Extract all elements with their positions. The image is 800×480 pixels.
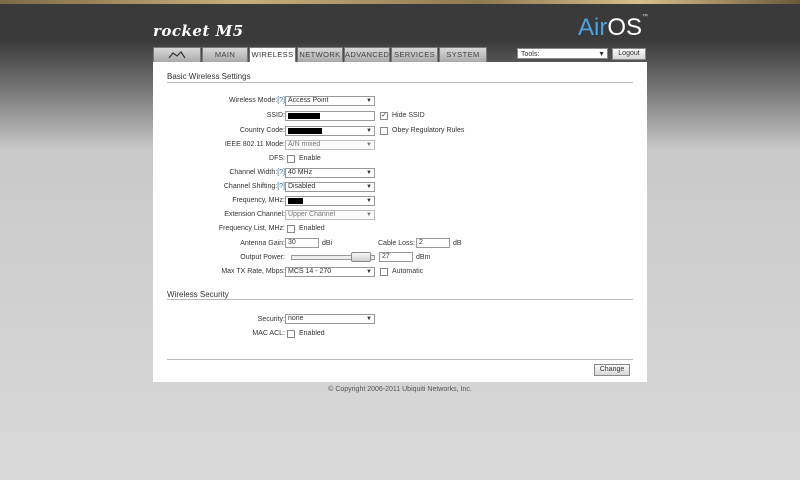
chevron-down-icon: ▼ (366, 212, 372, 218)
channel-width-help-link[interactable]: [?] (277, 169, 285, 176)
ssid-label: SSID: (266, 112, 285, 119)
chevron-down-icon: ▼ (366, 184, 372, 190)
dfs-enable-checkbox[interactable] (287, 155, 295, 163)
tab-wireless[interactable]: WIRELESS (249, 47, 296, 63)
channel-shifting-label: Channel Shifting:[?] (224, 183, 285, 190)
output-power-label: Output Power: (240, 254, 285, 261)
channel-width-label-text: Channel Width: (229, 169, 278, 176)
tools-select[interactable]: Tools: ▼ (517, 48, 608, 59)
output-power-unit: dBm (416, 254, 431, 261)
automatic-rate-checkbox[interactable] (380, 268, 388, 276)
cable-loss-label: Cable Loss: (378, 240, 415, 247)
max-tx-rate-label: Max TX Rate, Mbps: (221, 268, 285, 275)
max-tx-rate-select[interactable]: MCS 14 - 270 ▼ (285, 267, 375, 277)
logout-button[interactable]: Logout (612, 48, 646, 60)
mac-acl-label: MAC ACL: (252, 330, 285, 337)
wireless-mode-value: Access Point (288, 97, 329, 104)
ieee-mode-value: A/N mixed (288, 141, 321, 148)
max-tx-rate-value: MCS 14 - 270 (288, 268, 332, 275)
tools-select-value: Tools: (521, 51, 540, 58)
tab-ubnt-logo[interactable] (153, 47, 201, 62)
divider (167, 82, 633, 83)
obey-regulatory-label: Obey Regulatory Rules (392, 127, 465, 134)
country-code-select[interactable]: ▼ (285, 126, 375, 136)
tab-network[interactable]: NETWORK (297, 47, 343, 62)
extension-channel-value: Upper Channel (288, 211, 336, 218)
output-power-slider-handle[interactable] (350, 252, 371, 262)
change-button[interactable]: Change (594, 364, 630, 376)
wireless-mode-label-text: Wireless Mode: (228, 97, 278, 104)
channel-width-select[interactable]: 40 MHz ▼ (285, 168, 375, 178)
antenna-gain-input[interactable]: 30 (285, 238, 319, 248)
chevron-down-icon: ▼ (366, 98, 372, 104)
chevron-down-icon: ▼ (366, 142, 372, 148)
channel-shifting-label-text: Channel Shifting: (223, 183, 278, 190)
output-power-input[interactable]: 27 (379, 252, 413, 262)
mac-acl-enabled-label: Enabled (299, 330, 325, 337)
divider (167, 359, 633, 360)
frequency-list-checkbox[interactable] (287, 225, 295, 233)
dfs-label: DFS: (269, 155, 285, 162)
chevron-down-icon: ▼ (366, 198, 372, 204)
extension-channel-select[interactable]: Upper Channel ▼ (285, 210, 375, 220)
mac-acl-checkbox[interactable] (287, 330, 295, 338)
airos-logo-air: Air (578, 14, 608, 41)
chevron-down-icon: ▼ (366, 128, 372, 134)
airos-logo: AirOS™ (578, 14, 648, 42)
main-tabs: MAIN WIRELESS NETWORK ADVANCED SERVICES … (153, 47, 487, 63)
cable-loss-unit: dB (453, 240, 462, 247)
redacted-country-code (288, 128, 322, 134)
chevron-down-icon: ▼ (366, 269, 372, 275)
country-code-label: Country Code: (239, 127, 285, 134)
wireless-mode-select[interactable]: Access Point ▼ (285, 96, 375, 106)
channel-shifting-select[interactable]: Disabled ▼ (285, 182, 375, 192)
chevron-down-icon: ▼ (366, 170, 372, 176)
antenna-gain-label: Antenna Gain: (240, 240, 285, 247)
wireless-security-title: Wireless Security (167, 290, 229, 299)
chevron-down-icon: ▼ (598, 51, 605, 58)
security-value: none (288, 315, 304, 322)
top-decorative-strip (0, 0, 800, 4)
ieee-mode-label: IEEE 802.11 Mode: (224, 141, 285, 148)
wireless-mode-label: Wireless Mode:[?] (229, 97, 285, 104)
cable-loss-input[interactable]: 2 (416, 238, 450, 248)
automatic-rate-label: Automatic (392, 268, 424, 275)
ubiquiti-logo-icon (168, 51, 186, 59)
copyright-text: © Copyright 2006-2011 Ubiquiti Networks,… (328, 386, 472, 393)
tab-main[interactable]: MAIN (202, 47, 248, 62)
security-label: Security: (257, 316, 285, 323)
ssid-input[interactable] (285, 111, 375, 121)
tab-advanced[interactable]: ADVANCED (344, 47, 390, 62)
frequency-label: Frequency, MHz: (232, 197, 285, 204)
security-select[interactable]: none ▼ (285, 314, 375, 324)
frequency-select[interactable]: ▼ (285, 196, 375, 206)
tab-services[interactable]: SERVICES (391, 47, 438, 62)
frequency-list-label: Frequency List, MHz: (218, 225, 285, 232)
obey-regulatory-checkbox[interactable] (380, 127, 388, 135)
divider (167, 299, 633, 300)
dfs-enable-label: Enable (299, 155, 321, 162)
redacted-ssid (288, 113, 320, 119)
antenna-gain-unit: dBi (322, 240, 333, 247)
channel-width-label: Channel Width:[?] (229, 169, 285, 176)
extension-channel-label: Extension Channel: (224, 211, 285, 218)
basic-wireless-settings-title: Basic Wireless Settings (167, 72, 251, 81)
rocket-m5-logo: rocket M5 (153, 22, 244, 40)
hide-ssid-label: Hide SSID (392, 112, 425, 119)
chevron-down-icon: ▼ (366, 316, 372, 322)
hide-ssid-checkbox[interactable]: ✓ (380, 112, 388, 120)
redacted-frequency (288, 198, 303, 204)
wireless-settings-panel: Basic Wireless Settings Wireless Mode:[?… (153, 62, 647, 382)
channel-width-value: 40 MHz (288, 169, 313, 176)
wireless-mode-help-link[interactable]: [?] (277, 97, 285, 104)
ieee-mode-select[interactable]: A/N mixed ▼ (285, 140, 375, 150)
frequency-list-enabled-label: Enabled (299, 225, 325, 232)
channel-shifting-value: Disabled (288, 183, 316, 190)
airos-logo-os: OS (607, 14, 643, 41)
channel-shifting-help-link[interactable]: [?] (277, 183, 285, 190)
tab-system[interactable]: SYSTEM (439, 47, 487, 62)
airos-logo-tm: ™ (642, 14, 649, 20)
